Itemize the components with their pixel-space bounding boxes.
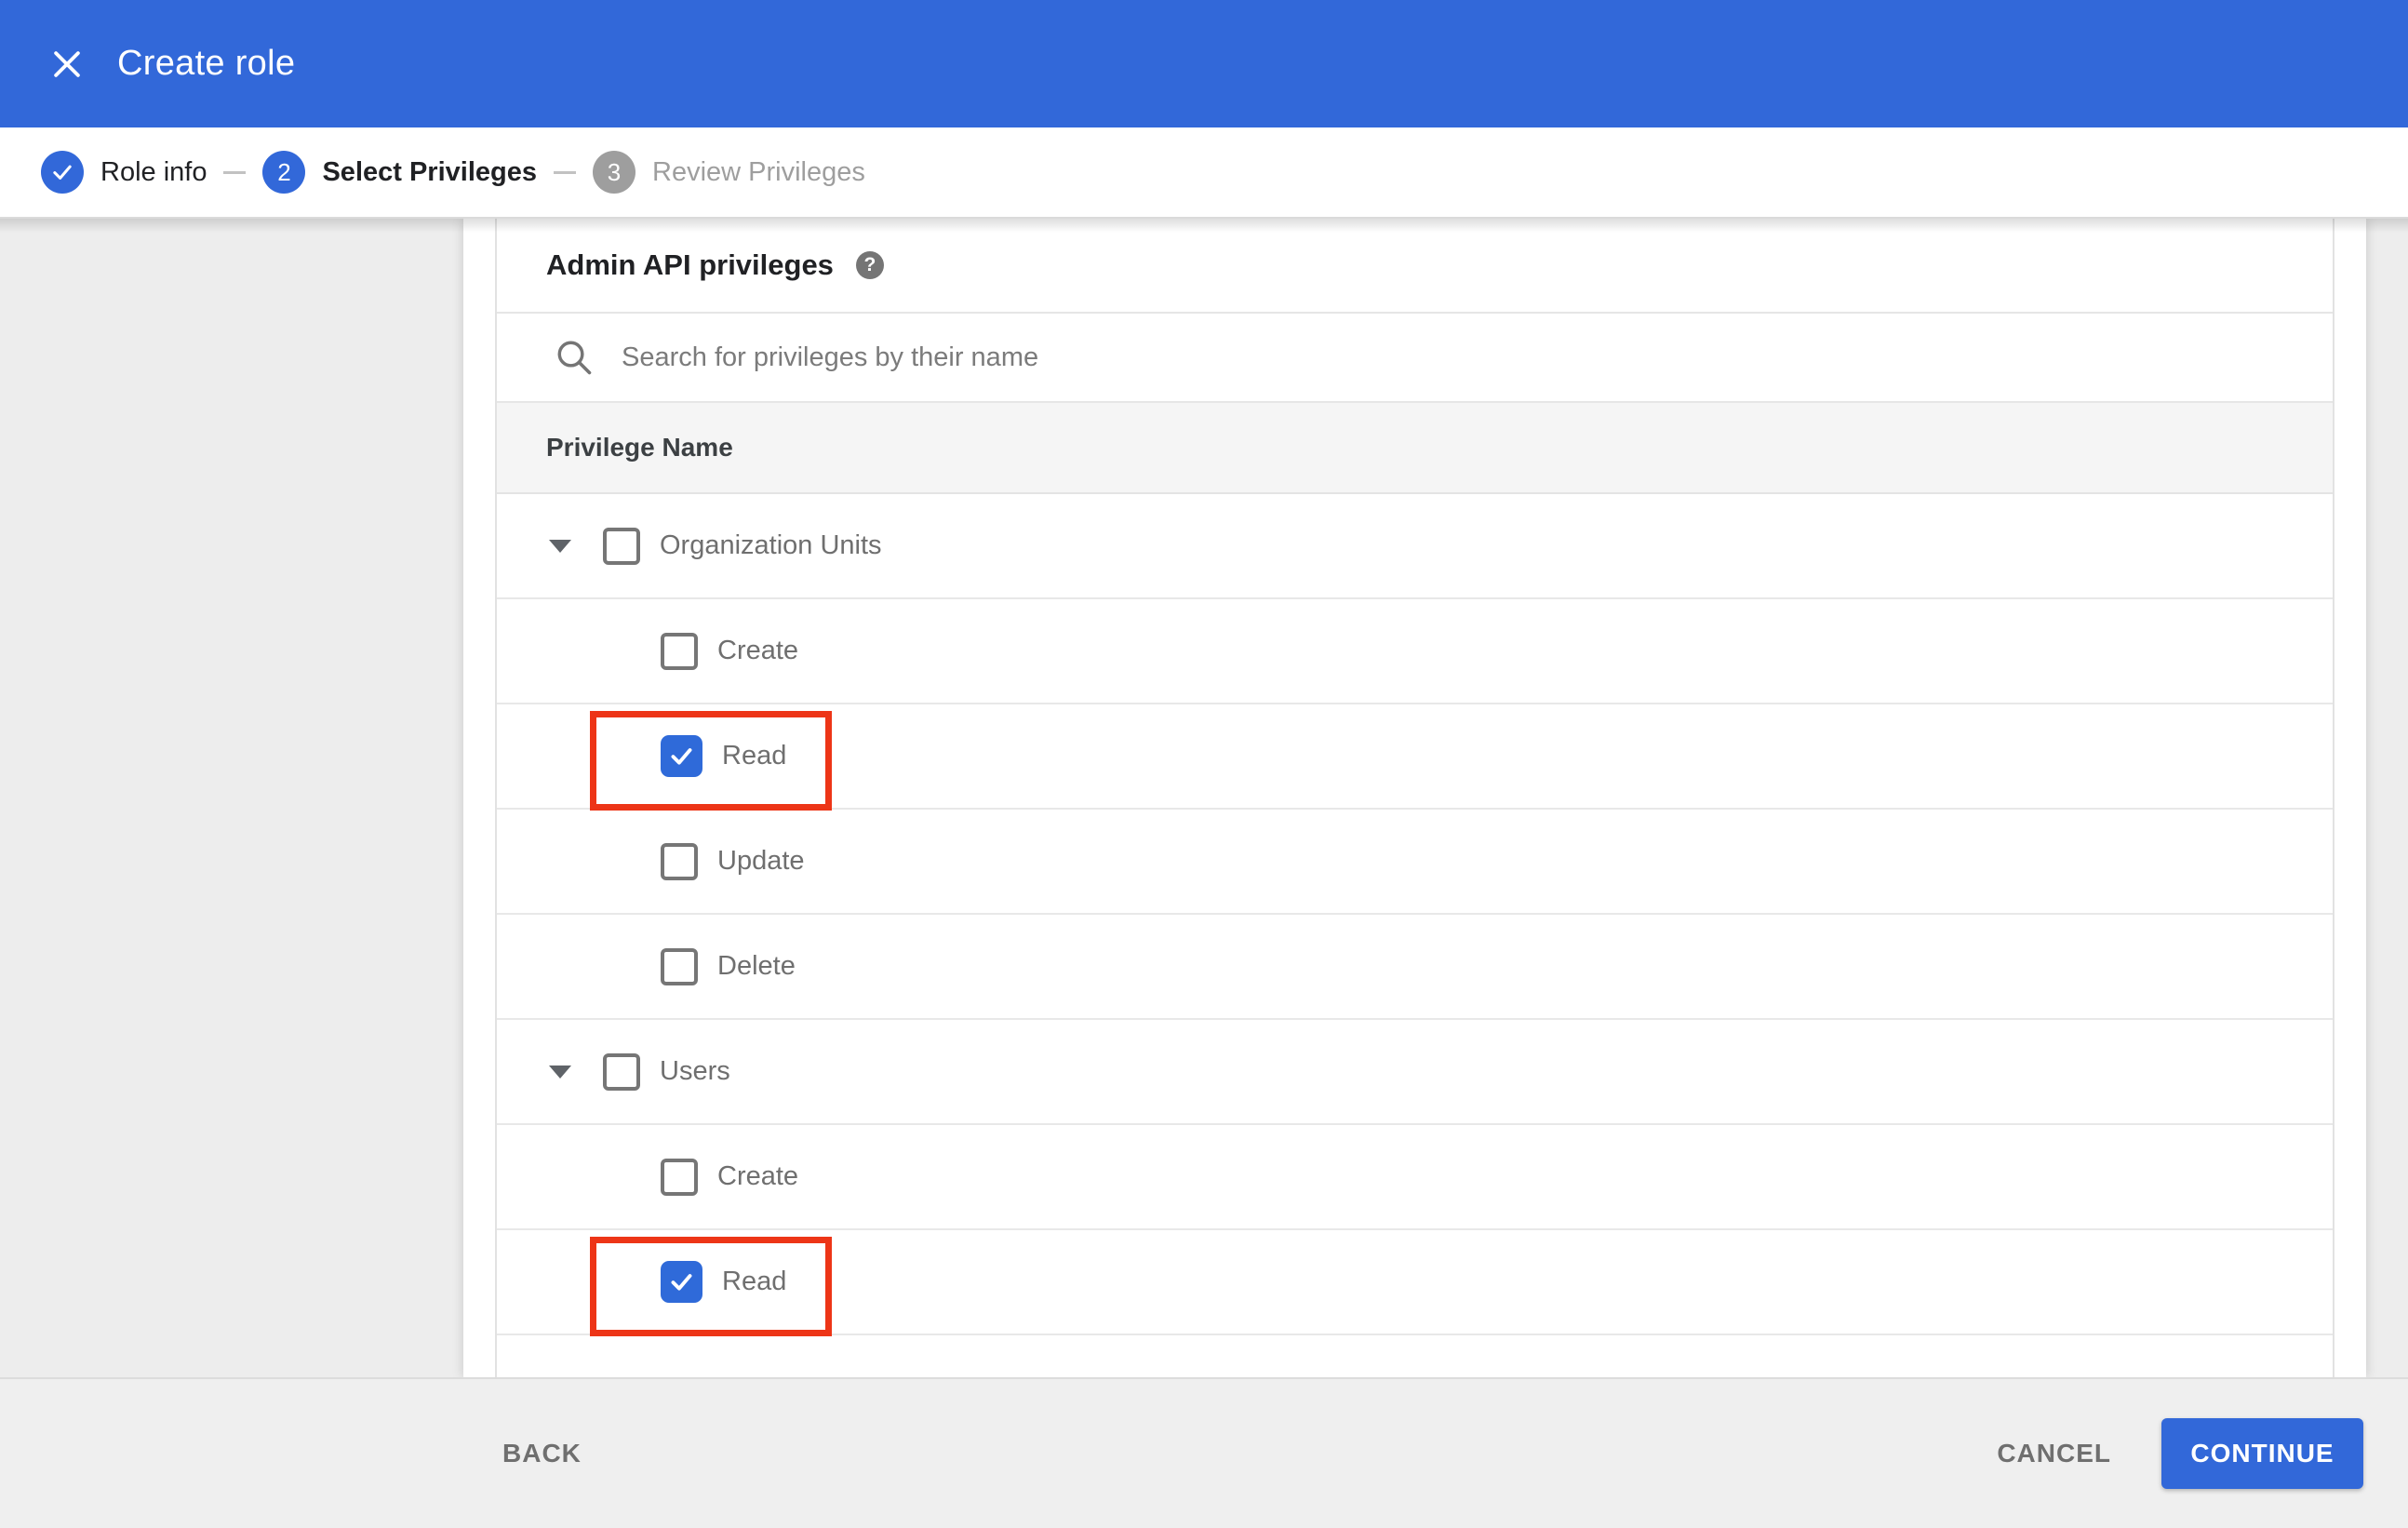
step-number: 2 — [277, 157, 291, 186]
checkbox-ou-read-checked[interactable] — [661, 735, 702, 777]
step-number: 3 — [607, 157, 622, 186]
privilege-search-row — [497, 314, 2333, 403]
privilege-row-users: Users — [497, 1020, 2333, 1125]
step-review-privileges[interactable]: 3 Review Privileges — [593, 151, 865, 194]
privilege-row-organization-units: Organization Units — [497, 494, 2333, 599]
create-role-dialog: Create role Role info 2 Select Privilege… — [0, 0, 2408, 1528]
privilege-label: Create — [717, 1161, 799, 1191]
highlight-annotation — [590, 711, 832, 811]
section-title-row: Admin API privileges ? — [497, 219, 2333, 314]
admin-api-privileges-card: Admin API privileges ? Privilege Name Or… — [495, 219, 2334, 1377]
close-icon — [49, 47, 85, 82]
checkmark-icon — [667, 1267, 696, 1296]
checkbox-ou-update[interactable] — [661, 842, 698, 880]
privilege-label: Organization Units — [660, 530, 882, 560]
dialog-footer: BACK CANCEL CONTINUE — [0, 1377, 2408, 1528]
wizard-stepper: Role info 2 Select Privileges 3 Review P… — [0, 127, 2408, 219]
step-upcoming-circle: 3 — [593, 151, 635, 194]
privilege-label: Create — [717, 636, 799, 665]
step-connector — [223, 170, 247, 174]
highlight-annotation — [590, 1237, 832, 1336]
dialog-header: Create role — [0, 0, 2408, 127]
checkbox-organization-units[interactable] — [603, 527, 640, 565]
continue-button[interactable]: CONTINUE — [2161, 1418, 2363, 1489]
search-input[interactable] — [620, 341, 2112, 374]
privilege-row-ou-read: Read — [497, 704, 2333, 811]
table-row-partial — [497, 1335, 2333, 1377]
step-complete-circle — [41, 151, 84, 194]
table-header-row: Privilege Name — [497, 403, 2333, 494]
column-header-privilege-name: Privilege Name — [546, 433, 733, 462]
checkbox-ou-create[interactable] — [661, 632, 698, 670]
checkmark-icon — [667, 742, 696, 771]
step-label: Select Privileges — [322, 156, 537, 187]
dialog-content: Admin API privileges ? Privilege Name Or… — [0, 219, 2408, 1377]
help-glyph: ? — [863, 254, 876, 275]
collapse-triangle-icon[interactable] — [549, 1065, 571, 1079]
privilege-label: Update — [717, 846, 805, 876]
privilege-row-users-create: Create — [497, 1125, 2333, 1230]
help-icon[interactable]: ? — [855, 251, 884, 279]
privilege-label: Read — [722, 1267, 787, 1296]
checkbox-users-create[interactable] — [661, 1158, 698, 1196]
privilege-row-users-read: Read — [497, 1230, 2333, 1336]
checkbox-users-read-checked[interactable] — [661, 1261, 702, 1303]
step-current-circle: 2 — [262, 151, 306, 194]
collapse-triangle-icon[interactable] — [549, 539, 571, 553]
privilege-label: Users — [660, 1056, 730, 1086]
privilege-label: Delete — [717, 951, 796, 981]
privilege-row-ou-update: Update — [497, 810, 2333, 915]
check-icon — [49, 159, 75, 185]
section-title: Admin API privileges — [546, 248, 834, 281]
search-icon — [553, 336, 595, 379]
cancel-button[interactable]: CANCEL — [1987, 1422, 2120, 1485]
step-select-privileges[interactable]: 2 Select Privileges — [262, 151, 537, 194]
step-connector — [554, 170, 576, 174]
step-label: Review Privileges — [652, 156, 865, 187]
step-label: Role info — [100, 156, 207, 187]
close-button[interactable] — [39, 36, 95, 92]
footer-actions: CANCEL CONTINUE — [1987, 1418, 2363, 1489]
checkbox-ou-delete[interactable] — [661, 947, 698, 985]
checkbox-users[interactable] — [603, 1052, 640, 1091]
privilege-label: Read — [722, 741, 787, 771]
back-button[interactable]: BACK — [493, 1422, 591, 1485]
privilege-row-ou-delete: Delete — [497, 915, 2333, 1020]
page-title: Create role — [117, 44, 296, 83]
step-role-info[interactable]: Role info — [41, 151, 207, 194]
privilege-row-ou-create: Create — [497, 599, 2333, 704]
